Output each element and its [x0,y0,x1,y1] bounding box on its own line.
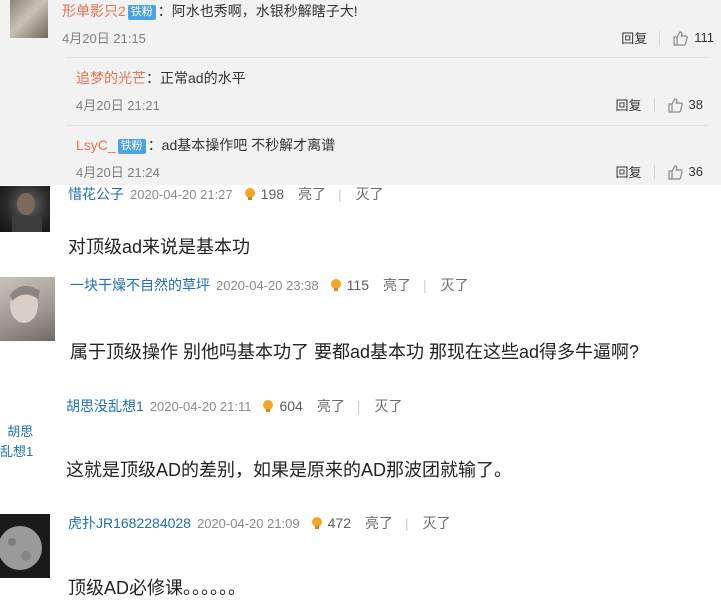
thumbs-up-icon [673,30,688,46]
reply-button[interactable]: 回复 [616,95,642,114]
divider: | [405,515,409,531]
comment-meta: 胡思没乱想1 2020-04-20 21:11 604 亮了 | 灭了 [66,396,402,416]
light-count: 472 [327,515,351,531]
avatar[interactable]: 胡思 乱想1 [0,400,56,459]
avatar[interactable] [0,277,55,341]
light-bulb-icon [261,399,275,413]
mie-button[interactable]: 灭了 [423,513,451,533]
comment-text: 这就是顶级AD的差别，如果是原来的AD那波团就输了。 [66,460,513,480]
avatar-fallback-text: 胡思 乱想1 [0,424,34,459]
like-count: 36 [688,164,703,179]
like-count: 111 [694,30,714,45]
weibo-timestamp: 4月20日 21:24 [76,165,160,180]
reply-button[interactable]: 回复 [616,162,642,181]
comment-meta: 虎扑JR1682284028 2020-04-20 21:09 472 亮了 |… [68,513,451,533]
comment-username[interactable]: 惜花公子 [68,184,124,204]
weibo-reply: 追梦的光芒：正常ad的水平 [76,68,246,88]
weibo-username[interactable]: 形单影只2 [62,3,126,19]
like-button[interactable]: 36 [667,164,703,180]
divider: | [338,186,342,202]
light-bulb-icon [243,187,257,201]
weibo-reply-text: ：ad基本操作吧 不秒解才离谱 [147,137,336,153]
like-button[interactable]: 38 [667,97,703,113]
weibo-timestamp: 4月20日 21:21 [76,98,160,113]
liang-button[interactable]: 亮了 [317,396,345,416]
light-bulb-icon [310,516,324,530]
avatar[interactable] [0,186,50,232]
like-count: 38 [688,97,703,112]
reply-button[interactable]: 回复 [621,28,647,47]
weibo-reply-text: ：正常ad的水平 [146,70,246,86]
divider [66,125,709,126]
weibo-main-comment: 形单影只2 铁粉 ：阿水也秀啊，水银秒解瞎子大! [62,1,358,21]
light-bulb-icon [329,278,343,292]
liang-button[interactable]: 亮了 [298,184,326,204]
mie-button[interactable]: 灭了 [356,184,384,204]
weibo-username[interactable]: LsyC_ [76,137,116,153]
avatar-portrait-icon [12,193,42,232]
divider [653,97,655,112]
liang-button[interactable]: 亮了 [383,275,411,295]
avatar[interactable] [0,514,50,578]
divider [653,164,655,179]
comment-username[interactable]: 虎扑JR1682284028 [68,513,191,533]
avatar-portrait-icon [10,285,40,323]
fan-badge: 铁粉 [127,5,156,20]
comment-meta: 惜花公子 2020-04-20 21:27 198 亮了 | 灭了 [68,184,384,204]
weibo-comment-block: 形单影只2 铁粉 ：阿水也秀啊，水银秒解瞎子大! 4月20日 21:15 回复 11… [0,0,721,185]
light-count: 604 [279,398,303,414]
liang-button[interactable]: 亮了 [365,513,393,533]
divider [659,30,661,45]
comment-date: 2020-04-20 21:11 [149,398,252,414]
thumbs-up-icon [667,97,683,113]
moon-icon [0,526,42,570]
divider: | [422,277,427,293]
comment-meta: 一块干燥不自然的草坪 2020-04-20 23:38 115 亮了 | 灭了 [70,275,469,295]
mie-button[interactable]: 灭了 [374,396,402,416]
like-button[interactable]: 111 [672,30,714,46]
comment-date: 2020-04-20 23:38 [216,277,319,293]
comment-text: 对顶级ad来说是基本功 [68,237,251,257]
comment-text: 顶级AD必修课。。。。。。 [68,578,247,598]
light-count: 115 [346,277,369,293]
fan-badge: 铁粉 [117,139,146,154]
divider [66,57,709,58]
weibo-timestamp: 4月20日 21:15 [62,31,146,46]
thumbs-up-icon [667,164,683,180]
weibo-actions: 回复 38 [616,95,703,114]
comment-username[interactable]: 一块干燥不自然的草坪 [70,275,210,295]
comment-username[interactable]: 胡思没乱想1 [66,396,144,416]
weibo-actions: 回复 36 [616,162,703,181]
comment-text: 属于顶级操作 别他吗基本功了 要都ad基本功 那现在这些ad得多牛逼啊? [70,342,640,362]
comment-date: 2020-04-20 21:09 [196,515,300,531]
mie-button[interactable]: 灭了 [441,275,469,295]
weibo-comment-text: ：阿水也秀啊，水银秒解瞎子大! [157,3,358,19]
divider: | [356,398,361,414]
comment-date: 2020-04-20 21:27 [130,186,233,202]
weibo-username[interactable]: 追梦的光芒 [76,70,146,86]
light-count: 198 [260,186,285,202]
weibo-reply: LsyC_ 铁粉 ：ad基本操作吧 不秒解才离谱 [76,135,335,155]
avatar[interactable] [10,0,48,38]
weibo-actions: 回复 111 [621,28,714,47]
